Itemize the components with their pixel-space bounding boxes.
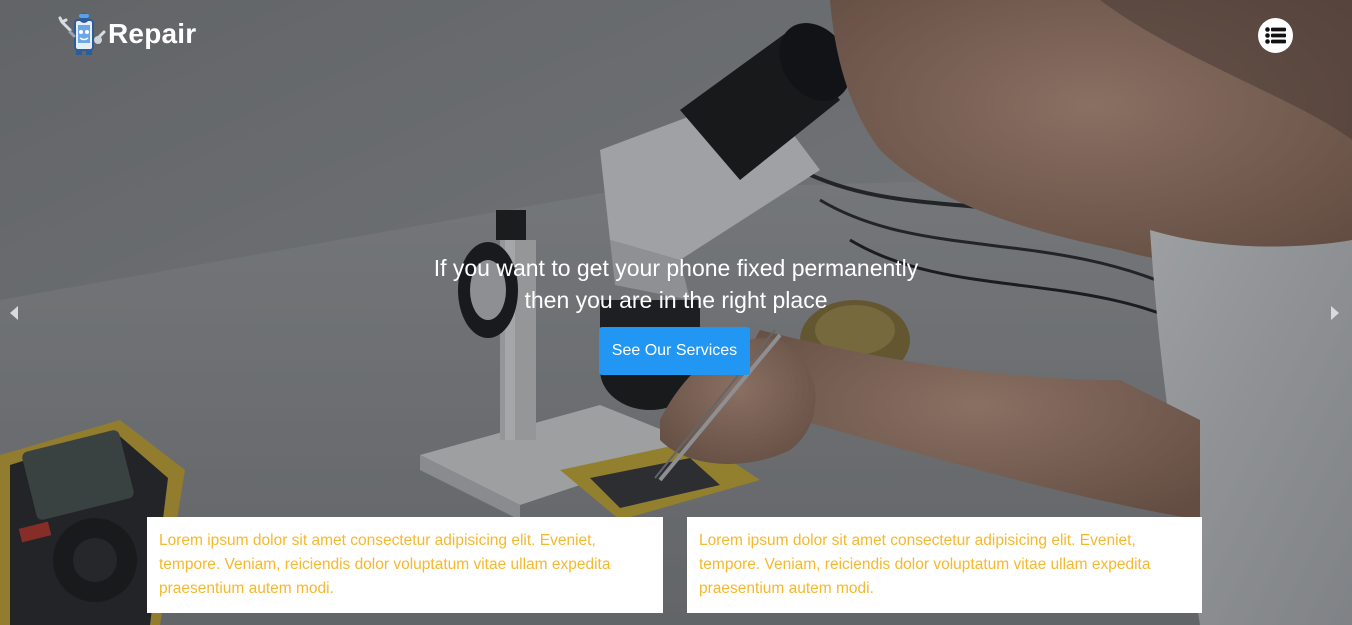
info-card: Lorem ipsum dolor sit amet consectetur a… bbox=[147, 517, 663, 613]
caret-right-icon bbox=[1331, 306, 1339, 320]
info-card: Lorem ipsum dolor sit amet consectetur a… bbox=[687, 517, 1202, 613]
menu-toggle-button[interactable] bbox=[1258, 18, 1293, 53]
hero-headline: If you want to get your phone fixed perm… bbox=[376, 252, 976, 316]
info-card-text: Lorem ipsum dolor sit amet consectetur a… bbox=[159, 532, 611, 597]
mascot-phone-icon bbox=[58, 13, 106, 55]
brand-logo[interactable]: Repair bbox=[58, 12, 196, 56]
hero-carousel: Repair If you want to get your phone fix… bbox=[0, 0, 1352, 625]
brand-name: Repair bbox=[108, 18, 197, 49]
info-card-text: Lorem ipsum dolor sit amet consectetur a… bbox=[699, 532, 1151, 597]
caret-left-icon bbox=[10, 306, 18, 320]
carousel-prev-button[interactable] bbox=[6, 303, 22, 323]
see-our-services-button[interactable]: See Our Services bbox=[599, 327, 750, 375]
list-icon bbox=[1265, 27, 1286, 44]
hero-headline-line-1: If you want to get your phone fixed perm… bbox=[433, 255, 919, 281]
carousel-next-button[interactable] bbox=[1327, 303, 1343, 323]
hero-headline-line-2: then you are in the right place bbox=[524, 287, 828, 313]
